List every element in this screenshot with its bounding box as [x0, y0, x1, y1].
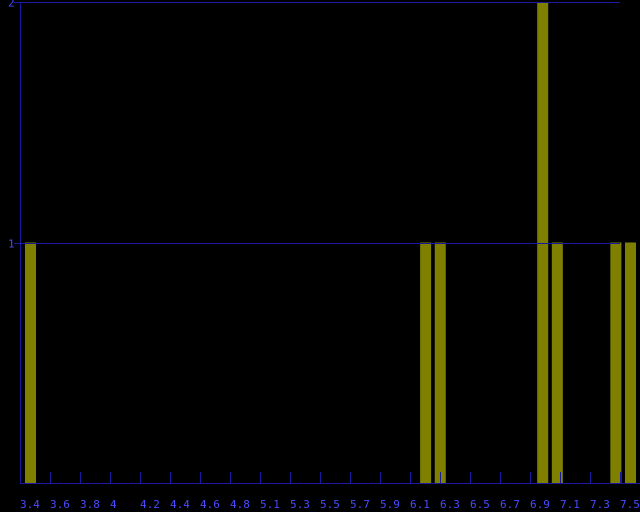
x-tick-label: 4.6: [200, 498, 220, 511]
bar: [551, 242, 563, 483]
x-tick-label: 6.7: [500, 498, 520, 511]
x-tick-label: 4: [110, 498, 117, 511]
y-ticks-group: 12: [8, 0, 620, 251]
x-tick-label: 7.3: [590, 498, 610, 511]
x-tick-label: 4.8: [230, 498, 250, 511]
x-tick-label: 3.4: [20, 498, 40, 511]
x-tick-label: 4.2: [140, 498, 160, 511]
x-tick-label: 5.3: [290, 498, 310, 511]
x-tick-label: 6.9: [530, 498, 550, 511]
bar: [625, 242, 636, 483]
bar: [537, 2, 549, 483]
histogram-chart: 3.4 3.6 3.8 4 4.2 4.4 4.6 4.8 5.1 5.3 5.5 5.7 5.9 6.1…: [8, 0, 640, 511]
x-tick-label: 3.8: [80, 498, 100, 511]
x-tick-label: 5.7: [350, 498, 370, 511]
bars-group: [25, 2, 636, 483]
y-tick-label: 2: [8, 0, 15, 10]
x-tick-label: 5.1: [260, 498, 280, 511]
x-tick-label: 6.3: [440, 498, 460, 511]
bar: [25, 242, 36, 483]
x-tick-label: 7.1: [560, 498, 580, 511]
y-tick-label: 1: [8, 238, 15, 251]
x-tick-label: 3.6: [50, 498, 70, 511]
bar: [434, 242, 446, 483]
x-tick-label: 5.5: [320, 498, 340, 511]
x-tick-label: 6.5: [470, 498, 490, 511]
bar: [610, 242, 622, 483]
x-tick-label: 6.1: [410, 498, 430, 511]
x-tick-label: 7.5: [620, 498, 640, 511]
x-tick-label: 5.9: [380, 498, 400, 511]
x-tick-label: 4.4: [170, 498, 190, 511]
bar: [420, 242, 432, 483]
